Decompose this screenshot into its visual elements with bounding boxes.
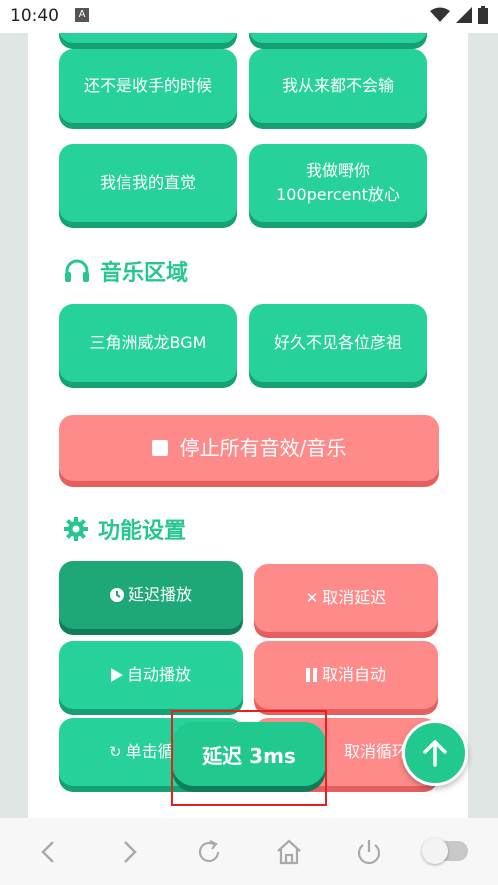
sound-button[interactable]: 我做嘢你 100percent放心: [249, 144, 427, 222]
signal-icon: [456, 7, 472, 23]
cancel-loop-label: 取消循环: [344, 742, 409, 761]
wifi-icon: [430, 7, 450, 22]
power-icon[interactable]: [353, 836, 385, 868]
music-section-header: 音乐区域: [64, 255, 188, 287]
music-button-label: 好久不见各位彦祖: [273, 333, 402, 352]
back-icon[interactable]: [33, 836, 65, 868]
sound-button[interactable]: 我信我的直觉: [59, 144, 237, 222]
arrow-up-icon: [423, 740, 447, 767]
clock-icon: [109, 588, 124, 602]
stop-all-label: 停止所有音效/音乐: [179, 436, 347, 460]
stop-icon: [151, 440, 168, 456]
sound-button-label-line2: 100percent放心: [276, 185, 400, 204]
stop-all-button[interactable]: 停止所有音效/音乐: [59, 415, 439, 481]
sound-button-label: 还不是收手的时候: [83, 76, 212, 95]
cancel-delay-label: 取消延迟: [322, 588, 387, 607]
sound-button[interactable]: 我从来都不会输: [249, 49, 427, 123]
forward-icon[interactable]: [113, 836, 145, 868]
status-bar: 10:40 A: [0, 0, 498, 33]
sound-button-cut-2[interactable]: [249, 33, 427, 43]
gear-icon: [64, 517, 88, 541]
browser-nav-bar: [0, 818, 498, 885]
sound-button-label: 我从来都不会输: [281, 76, 394, 95]
refresh-icon[interactable]: [193, 836, 225, 868]
redo-icon: ↻: [109, 743, 122, 761]
close-icon: ✕: [305, 589, 319, 607]
headphones-icon: [65, 259, 89, 282]
toggle-switch[interactable]: [422, 838, 468, 864]
status-time: 10:40: [10, 6, 59, 26]
music-button[interactable]: 三角洲威龙BGM: [59, 304, 237, 382]
auto-play-label: 自动播放: [126, 665, 191, 684]
notification-icon: A: [75, 8, 89, 22]
sound-button-label: 我信我的直觉: [99, 173, 196, 192]
music-button-label: 三角洲威龙BGM: [89, 333, 207, 352]
toggle-knob: [422, 838, 448, 864]
auto-play-button[interactable]: 自动播放: [59, 641, 243, 709]
settings-section-header: 功能设置: [64, 513, 186, 545]
content-card: 还不是收手的时候 我从来都不会输 我信我的直觉 我做嘢你 100percent放…: [28, 33, 468, 818]
delay-toast-text: 延迟 3ms: [202, 743, 296, 768]
status-icons: [430, 6, 488, 24]
delay-play-button[interactable]: 延迟播放: [59, 561, 243, 629]
battery-icon: [478, 6, 488, 24]
delay-play-label: 延迟播放: [127, 585, 192, 604]
cancel-auto-button[interactable]: 取消自动: [254, 641, 438, 709]
pause-icon: [305, 668, 317, 682]
music-section-title: 音乐区域: [100, 261, 189, 286]
cancel-auto-label: 取消自动: [321, 665, 386, 684]
music-button[interactable]: 好久不见各位彦祖: [249, 304, 427, 382]
delay-toast: 延迟 3ms: [172, 722, 326, 786]
sound-button-label-line1: 我做嘢你: [305, 161, 370, 180]
scroll-top-button[interactable]: [402, 720, 468, 786]
cancel-delay-button[interactable]: ✕ 取消延迟: [254, 564, 438, 632]
home-icon[interactable]: [273, 836, 305, 868]
sound-button[interactable]: 还不是收手的时候: [59, 49, 237, 123]
loop-play-label: 单击循: [125, 742, 174, 761]
sound-button-cut-1[interactable]: [59, 33, 237, 43]
play-icon: [110, 668, 123, 682]
settings-section-title: 功能设置: [98, 519, 187, 544]
